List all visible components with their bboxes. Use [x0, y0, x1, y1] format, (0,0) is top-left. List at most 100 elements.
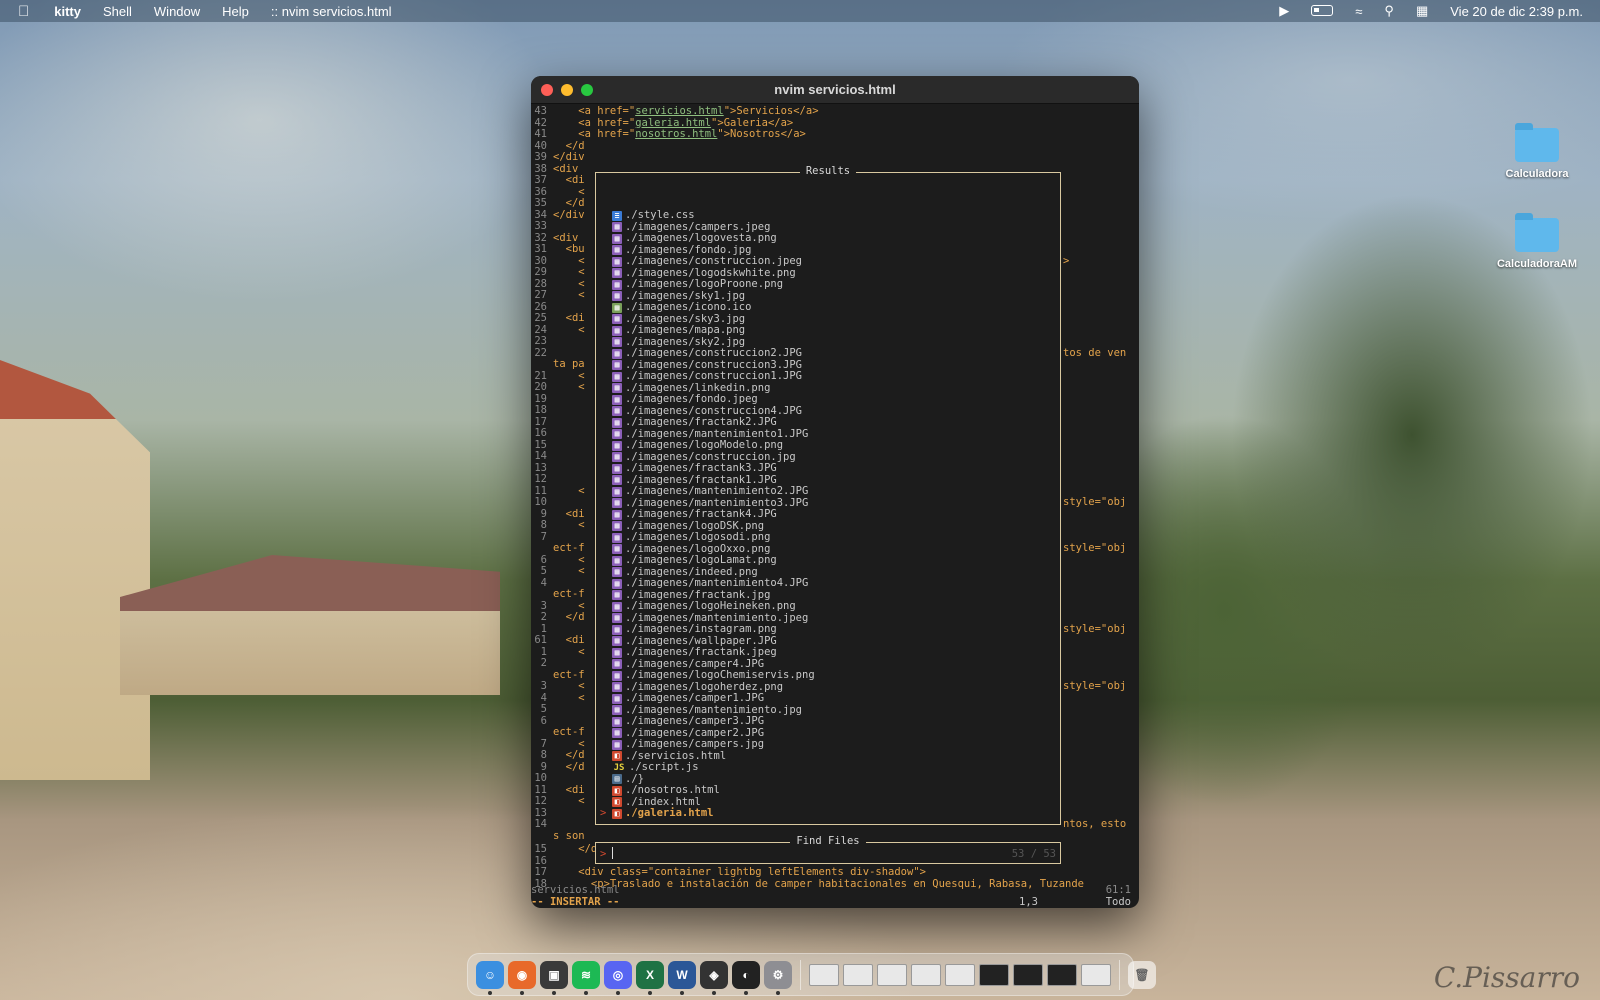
result-item[interactable]: ▦ ./imagenes/logoLamat.png	[612, 554, 815, 567]
dock-trash-icon[interactable]: 🗑	[1128, 960, 1156, 989]
line-number: 15	[534, 843, 547, 855]
html-file-icon: ◧	[612, 751, 622, 762]
dock-finder-icon[interactable]: ☺	[476, 960, 504, 995]
menu-shell[interactable]: Shell	[92, 4, 143, 19]
result-item[interactable]: ▦ ./imagenes/logoProone.png	[612, 278, 815, 291]
menu-window[interactable]: Window	[143, 4, 211, 19]
line-number: 20	[534, 381, 547, 393]
dock-system-settings-icon[interactable]: ⚙	[764, 960, 792, 995]
result-item[interactable]: ▦ ./imagenes/fractank3.JPG	[612, 462, 815, 475]
zoom-button[interactable]	[581, 83, 593, 96]
result-item[interactable]: JS ./script.js	[612, 761, 815, 774]
code-text: <	[553, 484, 585, 497]
line-number: 2	[540, 611, 547, 623]
result-item[interactable]: ▦ ./imagenes/icono.ico	[612, 301, 815, 314]
desktop-folder-calculadoraam[interactable]: CalculadoraAM	[1492, 213, 1582, 270]
img-file-icon: ▦	[612, 279, 622, 290]
result-item[interactable]: ▦ ./imagenes/instagram.png	[612, 623, 815, 636]
dock-window-thumbnail[interactable]	[809, 963, 839, 986]
dock-obs-icon[interactable]: ◐	[732, 960, 760, 995]
result-item[interactable]: ▦ ./imagenes/construccion2.JPG	[612, 347, 815, 360]
terminal-content[interactable]: 43 <a href="servicios.html">Servicios</a…	[531, 104, 1139, 908]
cursor-position: 1,3	[1019, 896, 1038, 908]
mode-line: -- INSERTAR -- 1,3 Todo	[531, 896, 1139, 908]
wifi-icon[interactable]: ≈	[1344, 4, 1373, 19]
result-item[interactable]: ▦ ./imagenes/mantenimiento2.JPG	[612, 485, 815, 498]
control-center-icon[interactable]: ▦	[1405, 3, 1439, 19]
play-icon[interactable]: ▶	[1268, 3, 1300, 19]
result-item[interactable]: ▦ ./imagenes/fondo.jpeg	[612, 393, 815, 406]
result-item[interactable]: ▦ ./imagenes/camper1.JPG	[612, 692, 815, 705]
dock-davinci-resolve-icon[interactable]: ◈	[700, 960, 728, 995]
dock-word-icon[interactable]: W	[668, 960, 696, 995]
window-titlebar[interactable]: nvim servicios.html	[531, 76, 1139, 104]
dock-window-thumbnail[interactable]	[945, 963, 975, 986]
telescope-find-files[interactable]: Find Files > 53 / 53	[595, 835, 1061, 864]
img-file-icon: ▦	[612, 233, 622, 244]
code-text: <	[553, 323, 585, 336]
result-item[interactable]: ▦ ./imagenes/logoChemiservis.png	[612, 669, 815, 682]
dock-firefox-icon[interactable]: ◉	[508, 960, 536, 995]
desktop-folder-calculadora[interactable]: Calculadora	[1492, 123, 1582, 180]
menu-app-name[interactable]: kitty	[43, 4, 92, 19]
img-file-icon: ▦	[612, 337, 622, 348]
menu-help[interactable]: Help	[211, 4, 260, 19]
html-file-icon: ◧	[612, 785, 622, 796]
search-icon[interactable]: ⚲	[1373, 3, 1405, 19]
img-file-icon: ▦	[612, 705, 622, 716]
menu-clock[interactable]: Vie 20 de dic 2:39 p.m.	[1439, 4, 1594, 19]
result-name: ./imagenes/construccion2.JPG	[625, 347, 803, 359]
result-item[interactable]: ▦ ./imagenes/logoHeineken.png	[612, 600, 815, 613]
result-item[interactable]: ▦ ./imagenes/fractank4.JPG	[612, 508, 815, 521]
result-item[interactable]: ≡ ./style.css	[612, 209, 815, 222]
dock-window-thumbnail[interactable]	[979, 963, 1009, 986]
html-file-icon: ◧	[612, 808, 622, 819]
img-file-icon: ▦	[612, 739, 622, 750]
code-link: servicios.html	[635, 105, 724, 117]
dock-window-thumbnail[interactable]	[911, 963, 941, 986]
dock-window-thumbnail[interactable]	[1081, 963, 1111, 986]
dock-discord-icon[interactable]: ◎	[604, 960, 632, 995]
code-text: <	[553, 277, 585, 290]
result-item[interactable]: ▦ ./imagenes/construccion1.JPG	[612, 370, 815, 383]
dock-window-thumbnail[interactable]	[843, 963, 873, 986]
results-title: Results	[799, 165, 857, 177]
apple-menu-icon[interactable]: 	[0, 3, 43, 20]
dock-window-thumbnail[interactable]	[877, 963, 907, 986]
minimize-button[interactable]	[561, 83, 573, 96]
code-link: nosotros.html	[635, 128, 718, 140]
result-item[interactable]: ▦ ./imagenes/construccion.jpeg	[612, 255, 815, 268]
result-item[interactable]: ▦ ./imagenes/logovesta.png	[612, 232, 815, 245]
code-text: ect-f	[553, 542, 585, 554]
menu-window-label[interactable]: :: nvim servicios.html	[260, 4, 403, 19]
js-file-icon: JS	[613, 762, 625, 773]
dock-excel-icon[interactable]: X	[636, 960, 664, 995]
result-item[interactable]: ▦ ./imagenes/fractank2.JPG	[612, 416, 815, 429]
result-item[interactable]: ▦ ./imagenes/logoModelo.png	[612, 439, 815, 452]
result-name: ./imagenes/construccion1.JPG	[625, 370, 803, 382]
dock-kitty-icon[interactable]: ▣	[540, 960, 568, 995]
result-item[interactable]: ▦ ./imagenes/fractank.jpeg	[612, 646, 815, 659]
result-item[interactable]: > ◧ ./galeria.html	[600, 807, 815, 820]
dock-window-thumbnail[interactable]	[1047, 963, 1077, 986]
code-text: </div	[553, 208, 585, 221]
dock-window-thumbnail[interactable]	[1013, 963, 1043, 986]
battery-icon[interactable]	[1300, 4, 1344, 19]
result-item[interactable]: ◧ ./nosotros.html	[612, 784, 815, 797]
code-text: <div	[553, 231, 579, 244]
dock-spotify-icon[interactable]: ≋	[572, 960, 600, 995]
result-name: ./nosotros.html	[625, 784, 720, 796]
code-line: 33	[531, 220, 553, 233]
img-file-icon: ▦	[612, 578, 622, 589]
result-item[interactable]: ▦ ./imagenes/logosodi.png	[612, 531, 815, 544]
result-item[interactable]: ▦ ./imagenes/campers.jpg	[612, 738, 815, 751]
result-item[interactable]: ▦ ./imagenes/mapa.png	[612, 324, 815, 337]
result-item[interactable]: ▦ ./imagenes/camper3.JPG	[612, 715, 815, 728]
line-number: 31	[534, 243, 547, 255]
scroll-percent: Todo	[1105, 896, 1131, 908]
telescope-results[interactable]: Results ≡ ./style.css ▦ ./imagenes/campers.…	[595, 165, 1061, 825]
kitty-window[interactable]: nvim servicios.html 43 <a href="servicio…	[531, 76, 1139, 908]
close-button[interactable]	[541, 83, 553, 96]
result-item[interactable]: ▦ ./imagenes/mantenimiento4.JPG	[612, 577, 815, 590]
results-list[interactable]: ≡ ./style.css ▦ ./imagenes/campers.jpeg ▦ ./i…	[600, 209, 815, 820]
